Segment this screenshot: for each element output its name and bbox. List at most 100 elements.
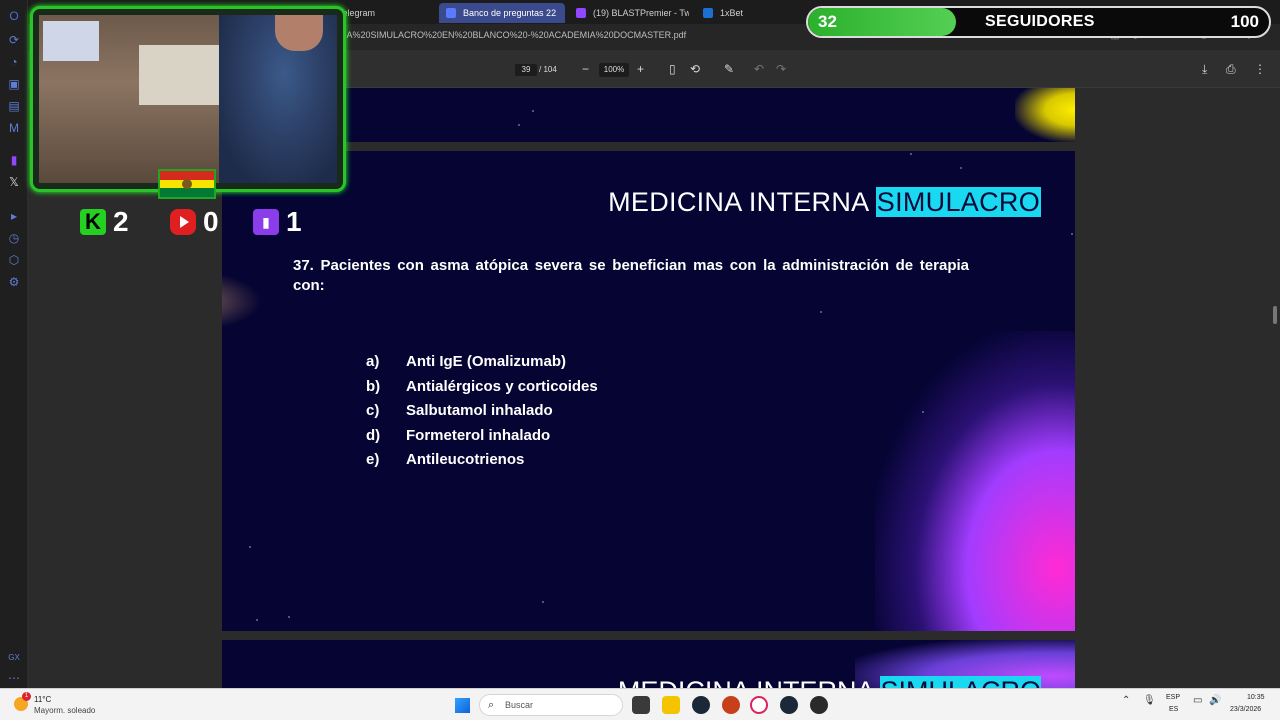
vertical-scrollbar[interactable] bbox=[1272, 88, 1278, 688]
twitch-icon bbox=[576, 8, 586, 18]
gx-icon[interactable]: GX bbox=[6, 650, 22, 666]
tab-label: (19) BLASTPremier - Twit bbox=[593, 8, 689, 18]
orange-glow-decoration bbox=[222, 271, 262, 331]
tab-label: 1xBet bbox=[720, 8, 744, 18]
answer-text: Salbutamol inhalado bbox=[406, 402, 553, 419]
more-options-icon[interactable]: ⋮ bbox=[1254, 61, 1266, 77]
bookmark-icon[interactable]: ▣ bbox=[6, 76, 22, 92]
volume-icon[interactable]: 🔊 bbox=[1209, 695, 1221, 706]
youtube-icon bbox=[170, 209, 196, 235]
fit-page-icon[interactable]: ▯ bbox=[669, 61, 676, 77]
taskbar-search[interactable]: ⌕ Buscar bbox=[479, 694, 623, 716]
rotate-icon[interactable]: ⟲ bbox=[690, 61, 700, 77]
page-number-input[interactable]: 39 bbox=[515, 64, 537, 76]
slide-title: MEDICINA INTERNA SIMULACRO bbox=[608, 187, 1041, 218]
answer-text: Anti IgE (Omalizumab) bbox=[406, 353, 567, 370]
answer-text: Formeterol inhalado bbox=[406, 426, 551, 444]
question-text: 37. Pacientes con asma atópica severa se… bbox=[293, 257, 969, 294]
answer-letter: b) bbox=[366, 377, 381, 395]
opera-gx-icon[interactable] bbox=[750, 696, 768, 714]
clock-date[interactable]: 23/3/2026 bbox=[1230, 706, 1261, 713]
notification-badge: 1 bbox=[22, 692, 31, 701]
clock-time[interactable]: 10:35 bbox=[1247, 694, 1265, 701]
steam-icon[interactable] bbox=[692, 696, 710, 714]
twitch-icon: ▮ bbox=[253, 209, 279, 235]
chat-icon[interactable]: ▤ bbox=[6, 98, 22, 114]
search-placeholder: Buscar bbox=[505, 700, 534, 710]
youtube-count: 0 bbox=[203, 206, 219, 237]
title-main: MEDICINA INTERNA bbox=[618, 676, 881, 688]
draw-icon[interactable]: ✎ bbox=[724, 61, 734, 77]
url-text[interactable]: RA%20SIMULACRO%20EN%20BLANCO%20-%20ACADE… bbox=[340, 30, 686, 40]
purple-glow-decoration bbox=[875, 331, 1075, 631]
previous-page bbox=[222, 88, 1075, 142]
answer-letter: c) bbox=[366, 402, 380, 419]
windows-taskbar: 1 11°C Mayorm. soleado ⌕ Buscar ⌃ 🎙 ESP … bbox=[0, 688, 1280, 720]
next-slide-title: MEDICINA INTERNA SIMULACRO bbox=[618, 676, 1041, 688]
tray-expand-icon[interactable]: ⌃ bbox=[1122, 695, 1130, 706]
yellow-glow-decoration bbox=[1015, 88, 1075, 142]
file-explorer-icon[interactable] bbox=[662, 696, 680, 714]
answer-letter: d) bbox=[366, 426, 381, 444]
followers-goal-bar: 32 SEGUIDORES 100 bbox=[806, 6, 1271, 38]
answer-letter: a) bbox=[366, 353, 380, 370]
followers-label: SEGUIDORES bbox=[985, 13, 1095, 30]
weather-description[interactable]: Mayorm. soleado bbox=[34, 706, 95, 715]
next-page: MEDICINA INTERNA SIMULACRO bbox=[222, 640, 1075, 688]
zoom-input[interactable]: 100% bbox=[599, 63, 629, 77]
browser-sidebar: O ⟳ ◔ ▣ ▤ M ▮ 𝕏 ▸ ◷ ⬡ ⚙ GX ⋯ bbox=[0, 0, 28, 688]
title-highlight: SIMULACRO bbox=[880, 676, 1041, 688]
flow-icon[interactable]: ◔ bbox=[6, 54, 22, 70]
history-icon[interactable]: ◷ bbox=[6, 230, 22, 246]
keyboard-layout[interactable]: ES bbox=[1169, 706, 1178, 713]
undo-icon[interactable]: ↶ bbox=[754, 61, 764, 77]
opera-logo-icon[interactable]: O bbox=[6, 8, 22, 24]
answer-text: Antialérgicos y corticoides bbox=[406, 377, 598, 395]
search-icon: ⌕ bbox=[488, 699, 495, 711]
network-icon[interactable]: ▭ bbox=[1193, 695, 1202, 706]
app-icon[interactable] bbox=[722, 696, 740, 714]
refresh-icon[interactable]: ⟳ bbox=[6, 32, 22, 48]
zoom-in-icon[interactable]: + bbox=[637, 61, 644, 77]
scrollbar-thumb[interactable] bbox=[1273, 306, 1277, 324]
tab-1xbet[interactable]: 1xBet bbox=[696, 3, 776, 23]
task-view-icon[interactable] bbox=[632, 696, 650, 714]
start-button[interactable] bbox=[455, 698, 470, 713]
zoom-out-icon[interactable]: − bbox=[582, 61, 589, 77]
1xbet-icon bbox=[703, 8, 713, 18]
obs-icon[interactable] bbox=[810, 696, 828, 714]
weather-temperature[interactable]: 11°C bbox=[34, 695, 51, 704]
webcam-feed bbox=[39, 15, 337, 183]
download-icon[interactable]: ⤓ bbox=[1202, 61, 1207, 77]
play-icon[interactable]: ▸ bbox=[6, 208, 22, 224]
redo-icon[interactable]: ↷ bbox=[776, 61, 786, 77]
settings-icon[interactable]: ⚙ bbox=[6, 274, 22, 290]
page-total: / 104 bbox=[539, 65, 557, 74]
twitch-count: 1 bbox=[286, 206, 302, 237]
webcam-overlay bbox=[30, 6, 346, 192]
followers-goal: 100 bbox=[1230, 12, 1259, 31]
x-sidebar-icon[interactable]: 𝕏 bbox=[6, 174, 22, 190]
followers-current: 32 bbox=[818, 12, 837, 31]
language-indicator[interactable]: ESP bbox=[1166, 694, 1180, 701]
answer-letter: e) bbox=[366, 451, 380, 468]
document-icon bbox=[446, 8, 456, 18]
cube-icon[interactable]: ⬡ bbox=[6, 252, 22, 268]
tab-twitch[interactable]: (19) BLASTPremier - Twit bbox=[569, 3, 689, 23]
answer-text: Antileucotrienos bbox=[406, 451, 525, 468]
kick-icon: K bbox=[80, 209, 106, 235]
screen: O ⟳ ◔ ▣ ▤ M ▮ 𝕏 ▸ ◷ ⬡ ⚙ GX ⋯ Telegram Ba… bbox=[0, 0, 1280, 720]
title-main: MEDICINA INTERNA bbox=[608, 187, 876, 217]
microphone-icon[interactable]: 🎙 bbox=[1143, 695, 1156, 706]
tab-label: Banco de preguntas 22 bbox=[463, 8, 557, 18]
kick-count: 2 bbox=[113, 206, 129, 237]
current-page: MEDICINA INTERNA SIMULACRO 37. Pacientes… bbox=[222, 151, 1075, 631]
tab-banco-preguntas[interactable]: Banco de preguntas 22 bbox=[439, 3, 565, 23]
bolivia-flag-icon bbox=[158, 169, 216, 199]
print-icon[interactable]: ⎙ bbox=[1226, 61, 1236, 77]
title-highlight: SIMULACRO bbox=[875, 187, 1041, 217]
mail-icon[interactable]: M bbox=[6, 120, 22, 136]
more-icon[interactable]: ⋯ bbox=[6, 670, 22, 686]
twitch-sidebar-icon[interactable]: ▮ bbox=[6, 152, 22, 168]
steam-icon[interactable] bbox=[780, 696, 798, 714]
